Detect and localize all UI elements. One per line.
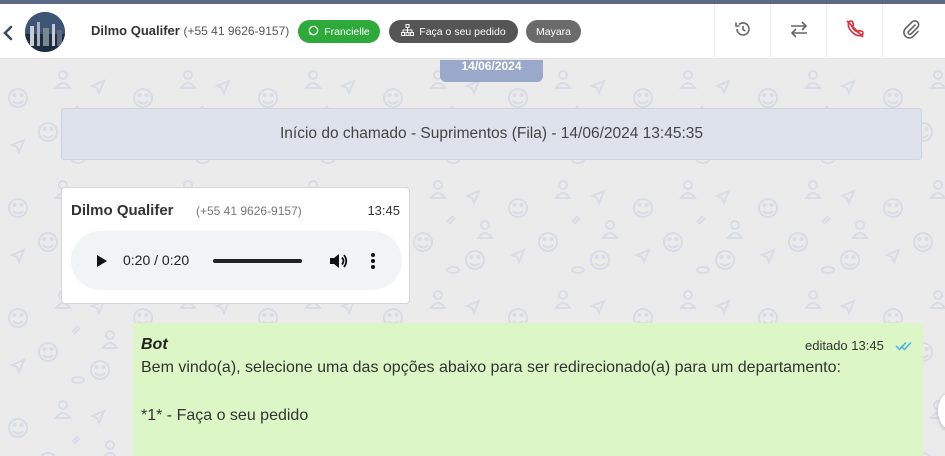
sitemap-icon (401, 24, 415, 39)
transfer-button[interactable] (770, 4, 826, 59)
message-sender: Dilmo Qualifer (71, 202, 174, 219)
chat-area[interactable]: 14/06/2024 Início do chamado - Supriment… (0, 60, 945, 456)
contact-info: Dilmo Qualifer (+55 41 9626-9157) (91, 23, 289, 38)
audio-time: 0:20 / 0:20 (123, 252, 190, 268)
message-sender-phone: (+55 41 9626-9157) (196, 204, 302, 218)
whatsapp-icon (308, 25, 319, 39)
chat-header: Dilmo Qualifer (+55 41 9626-9157) Franci… (0, 4, 945, 59)
contact-phone: (+55 41 9626-9157) (183, 24, 290, 38)
tag-label: Mayara (535, 25, 571, 38)
end-call-button[interactable] (826, 4, 882, 59)
message-status: editado 13:45 (805, 338, 884, 353)
play-icon[interactable] (93, 253, 109, 269)
attach-button[interactable] (882, 4, 938, 59)
end-call-icon (844, 18, 866, 45)
bot-message: Bot editado 13:45 Bem vindo(a), selecion… (133, 323, 923, 456)
contact-name: Dilmo Qualifer (91, 23, 180, 38)
date-separator: 14/06/2024 (440, 60, 543, 82)
transfer-icon (788, 19, 810, 44)
volume-icon[interactable] (327, 250, 349, 272)
tag-label: Faça o seu pedido (419, 25, 506, 38)
history-icon (733, 19, 753, 44)
avatar[interactable] (25, 12, 65, 52)
audio-message: Dilmo Qualifer (+55 41 9626-9157) 13:45 … (61, 187, 410, 304)
tag-agent-whatsapp[interactable]: Francielle (298, 20, 380, 43)
message-sender: Bot (141, 336, 168, 353)
double-check-icon (895, 339, 913, 351)
ticket-start-notice: Início do chamado - Suprimentos (Fila) -… (61, 108, 922, 160)
tag-queue[interactable]: Faça o seu pedido (389, 20, 518, 43)
message-option-line: *1* - Faça o seu pedido (141, 407, 309, 424)
tag-label: Francielle (324, 25, 370, 38)
message-text-line: Bem vindo(a), selecione uma das opções a… (141, 359, 841, 376)
paperclip-icon (901, 18, 921, 45)
back-chevron-icon[interactable] (2, 23, 14, 43)
audio-player: 0:20 / 0:20 (71, 231, 402, 290)
history-button[interactable] (714, 4, 770, 59)
message-time: 13:45 (367, 203, 400, 218)
audio-progress-bar[interactable] (213, 259, 302, 263)
more-options-icon[interactable] (369, 250, 377, 272)
tag-user[interactable]: Mayara (526, 20, 581, 43)
